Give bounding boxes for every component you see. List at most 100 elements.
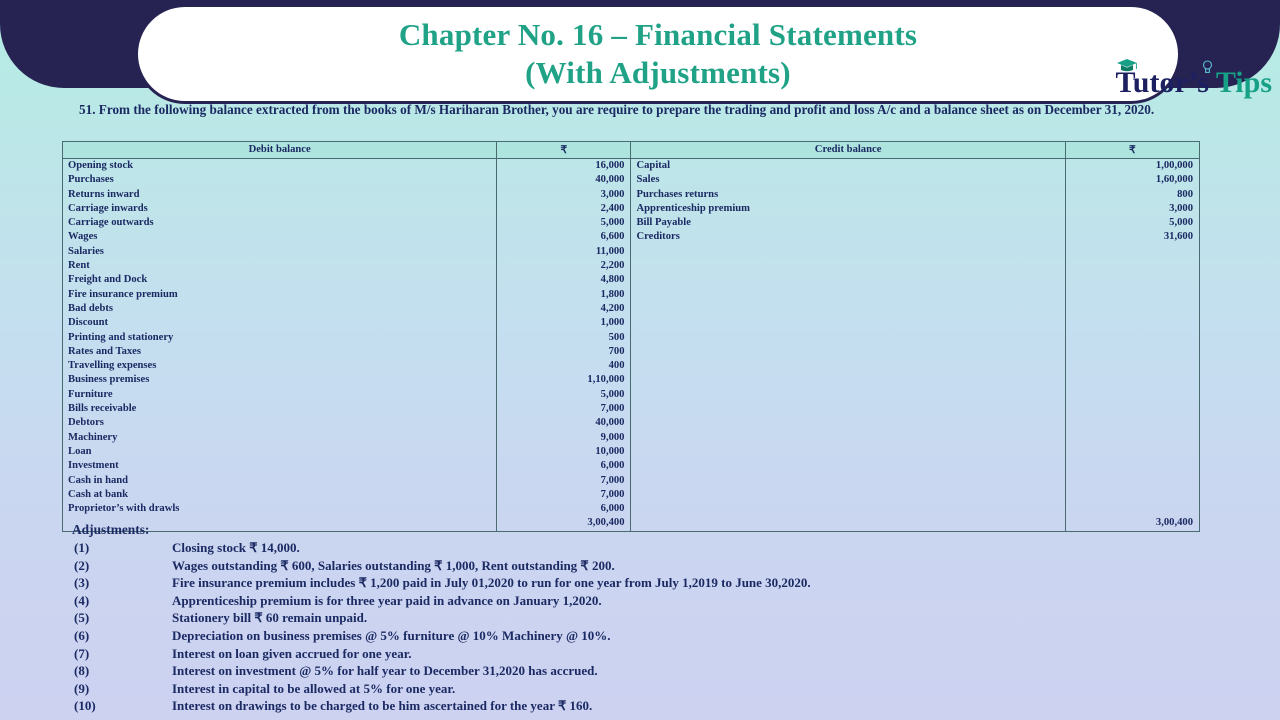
adjustment-item: (6) Depreciation on business premises @ 5… (70, 627, 1250, 645)
adjustment-item: (4) Apprenticeship premium is for three y… (70, 592, 1250, 610)
adjustment-number: (3) (74, 575, 90, 591)
table-row: Returns inward 3,000 Purchases returns 800 (61, 187, 1201, 202)
debit-balance-amount: 4,200 (496, 301, 632, 317)
credit-balance-name: Apprenticeship premium (630, 201, 1066, 217)
credit-balance-amount (1064, 244, 1201, 260)
debit-balance-name: Salaries (61, 244, 498, 260)
debit-balance-name: Discount (61, 316, 498, 331)
credit-balance-name (630, 459, 1066, 474)
question-statement: 51. From the following balance extracted… (79, 102, 1155, 117)
debit-balance-name: Cash in hand (61, 473, 498, 488)
credit-balance-amount (1064, 301, 1201, 317)
debit-balance-name: Travelling expenses (61, 359, 498, 374)
debit-balance-name: Furniture (61, 387, 498, 403)
credit-balance-amount (1064, 416, 1201, 431)
table-row: Carriage inwards 2,400 Apprenticeship prem… (61, 201, 1201, 217)
credit-balance-amount (1064, 430, 1201, 445)
adjustment-item: (2) Wages outstanding ₹ 600, Salaries out… (70, 557, 1250, 575)
credit-balance-amount: 31,600 (1064, 230, 1201, 245)
credit-balance-amount (1064, 273, 1201, 288)
credit-balance-name (630, 287, 1066, 302)
credit-balance-amount (1064, 444, 1201, 460)
credit-balance-amount (1064, 487, 1201, 503)
adjustments-list: (1) Closing stock ₹ 14,000. (2) Wages outst… (70, 539, 1250, 715)
credit-balance-name (630, 344, 1066, 360)
adjustment-number: (1) (74, 540, 90, 555)
credit-balance-amount (1064, 402, 1201, 417)
adjustment-item: (3) Fire insurance premium includes ₹ 1,2… (70, 574, 1250, 592)
adjustment-text: Wages outstanding ₹ 600, Salaries outsta… (172, 557, 615, 573)
credit-balance-name (630, 402, 1066, 417)
debit-balance-amount: 10,000 (496, 444, 632, 460)
column-header-credit-amount: ₹ (1064, 141, 1201, 159)
table-row: Bad debts 4,200 (61, 301, 1201, 317)
adjustment-text: Interest on loan given accrued for one y… (172, 645, 412, 661)
debit-balance-name: Wages (61, 230, 498, 245)
adjustment-text: Depreciation on business premises @ 5% f… (172, 627, 611, 643)
debit-balance-name: Business premises (61, 373, 498, 388)
credit-balance-name (630, 273, 1066, 288)
credit-balance-amount (1064, 387, 1201, 403)
table-row: Rent 2,200 (61, 259, 1201, 274)
chapter-title-pill: Chapter No. 16 – Financial Statements (W… (135, 4, 1181, 104)
credit-balance-amount: 1,60,000 (1064, 173, 1201, 188)
table-row: Discount 1,000 (61, 316, 1201, 331)
table-body: Opening stock 16,000 Capital 1,00,000 Purcha… (61, 158, 1201, 532)
credit-balance-name (630, 387, 1066, 403)
credit-balance-amount (1064, 459, 1201, 474)
debit-balance-name: Loan (61, 444, 498, 460)
debit-balance-amount: 6,600 (496, 230, 632, 245)
adjustments-heading: Adjustments: (72, 522, 150, 537)
logo-letter-t2: T (1215, 66, 1236, 99)
table-row: Printing and stationery 500 (61, 330, 1201, 345)
debit-balance-amount: 700 (496, 344, 632, 360)
adjustment-text: Apprenticeship premium is for three year… (172, 592, 602, 608)
debit-balance-amount: 1,10,000 (496, 373, 632, 388)
debit-balance-amount: 7,000 (496, 473, 632, 488)
debit-balance-amount: 2,400 (496, 201, 632, 217)
debit-balance-name: Opening stock (61, 158, 498, 174)
credit-balance-name: Bill Payable (630, 216, 1066, 231)
debit-balance-amount: 6,000 (496, 459, 632, 474)
table-row: Business premises 1,10,000 (61, 373, 1201, 388)
credit-balance-name: Capital (630, 158, 1066, 174)
credit-balance-amount: 1,00,000 (1064, 158, 1201, 174)
credit-balance-name (630, 316, 1066, 331)
trial-balance-table: Debit balance ₹ Credit balance ₹ Opening… (61, 141, 1201, 532)
debit-balance-amount: 400 (496, 359, 632, 374)
debit-balance-name: Carriage inwards (61, 201, 498, 217)
debit-balance-name: Fire insurance premium (61, 287, 498, 302)
credit-balance-name (630, 502, 1066, 517)
adjustment-number: (5) (74, 610, 90, 626)
credit-balance-name (630, 259, 1066, 274)
adjustment-text: Interest in capital to be allowed at 5% … (172, 680, 456, 696)
credit-balance-name: Creditors (630, 230, 1066, 245)
table-row: Loan 10,000 (61, 444, 1201, 460)
lightbulb-icon (1202, 60, 1212, 73)
table-row: Rates and Taxes 700 (61, 344, 1201, 360)
adjustment-text: Closing stock ₹ 14,000. (172, 540, 300, 555)
adjustment-item: (5) Stationery bill ₹ 60 remain unpaid. (70, 609, 1250, 627)
credit-balance-amount (1064, 502, 1201, 517)
tutors-tips-logo[interactable]: Tutor’s Tips (1116, 59, 1272, 104)
credit-balance-name (630, 330, 1066, 345)
table-row: Furniture 5,000 (61, 387, 1201, 403)
adjustment-number: (7) (74, 645, 90, 661)
table-header-row: Debit balance ₹ Credit balance ₹ (61, 141, 1201, 159)
logo-ips: ips (1235, 66, 1272, 99)
debit-balance-amount: 500 (496, 330, 632, 345)
debit-balance-amount: 6,000 (496, 502, 632, 517)
graduation-cap-icon (1116, 59, 1137, 72)
credit-balance-amount: 3,000 (1064, 201, 1201, 217)
adjustment-item: (7) Interest on loan given accrued for on… (70, 645, 1250, 663)
credit-balance-name (630, 444, 1066, 460)
table-row: Travelling expenses 400 (61, 359, 1201, 374)
table-row: Cash in hand 7,000 (61, 473, 1201, 488)
adjustment-number: (4) (74, 592, 90, 608)
adjustment-item: (10) Interest on drawings to be charged t… (70, 697, 1250, 715)
credit-balance-amount (1064, 473, 1201, 488)
adjustment-number: (2) (74, 557, 90, 573)
adjustment-text: Interest on drawings to be charged to be… (172, 698, 593, 714)
credit-balance-amount (1064, 330, 1201, 345)
adjustment-item: (8) Interest on investment @ 5% for half … (70, 662, 1250, 680)
